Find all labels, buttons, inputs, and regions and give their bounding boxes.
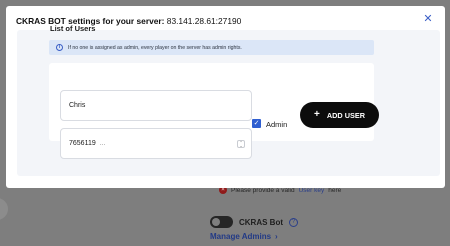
info-text: If no one is assigned as admin, every pl… bbox=[68, 44, 242, 51]
bot-toggle-label: CKRAS Bot bbox=[239, 217, 283, 227]
plus-icon: + bbox=[314, 109, 320, 120]
modal-title-server: 83.141.28.61:27190 bbox=[166, 16, 242, 26]
admin-label: Admin bbox=[266, 120, 288, 129]
manage-admins-link: Manage Admins › bbox=[210, 232, 278, 241]
info-box: i If no one is assigned as admin, every … bbox=[49, 40, 374, 55]
admin-checkbox[interactable]: ✓ bbox=[252, 119, 261, 128]
bot-toggle-row: CKRAS Bot ? bbox=[210, 216, 298, 228]
user-name-field[interactable]: Chris bbox=[60, 90, 252, 121]
stepper-icon[interactable]: ⌃ ⌄ bbox=[237, 140, 245, 148]
chevron-right-icon: › bbox=[275, 232, 278, 241]
close-icon[interactable]: ✕ bbox=[422, 13, 434, 25]
background-side-button bbox=[0, 198, 8, 220]
steam-id-suffix: ... bbox=[99, 140, 106, 147]
question-icon: ? bbox=[289, 217, 298, 227]
add-user-button[interactable]: + ADD USER bbox=[300, 102, 379, 128]
bot-toggle bbox=[210, 216, 233, 228]
info-icon: i bbox=[56, 44, 63, 51]
user-name-value: Chris bbox=[69, 102, 86, 109]
steam-id-value: 7656119 bbox=[69, 140, 96, 147]
add-user-label: ADD USER bbox=[326, 110, 365, 120]
manage-admins-label: Manage Admins bbox=[210, 232, 272, 241]
section-title: List of Users bbox=[50, 24, 96, 33]
steam-id-field[interactable]: 7656119 ... ⌃ ⌄ bbox=[60, 128, 252, 159]
